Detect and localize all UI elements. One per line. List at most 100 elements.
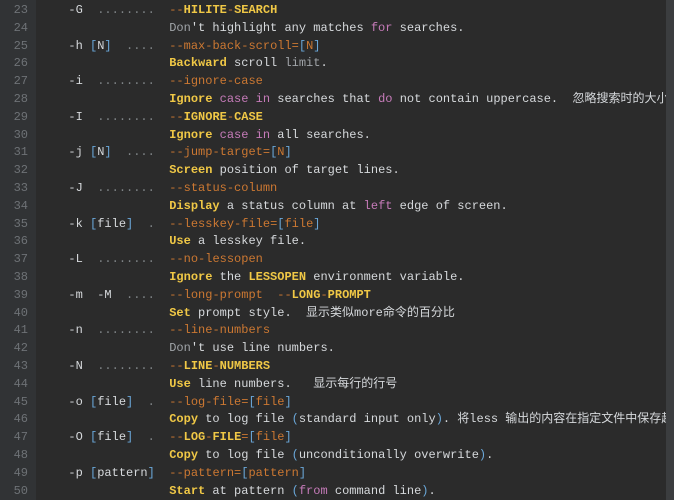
code-line[interactable]: Copy to log file (standard input only). … — [54, 411, 674, 429]
token: file — [97, 430, 126, 444]
token — [155, 466, 169, 480]
token — [248, 128, 255, 142]
line-number: 30 — [0, 127, 28, 145]
token: position of target lines. — [212, 163, 399, 177]
token: --no-lessopen — [169, 252, 263, 266]
token — [54, 412, 169, 426]
token: LINE — [184, 359, 213, 373]
code-line[interactable]: Set prompt style. 显示类似more命令的百分比 — [54, 305, 674, 323]
token: Display — [169, 199, 219, 213]
token: ........ — [97, 181, 169, 195]
code-line[interactable]: -O [file] . --LOG-FILE=[file] — [54, 429, 674, 447]
code-line[interactable]: Copy to log file (unconditionally overwr… — [54, 447, 674, 465]
token: ) — [436, 412, 443, 426]
code-line[interactable]: Don't use line numbers. — [54, 340, 674, 358]
token: FILE — [212, 430, 241, 444]
token: pattern — [248, 466, 298, 480]
code-line[interactable]: Ignore the LESSOPEN environment variable… — [54, 269, 674, 287]
code-line[interactable]: Start at pattern (from command line). — [54, 483, 674, 500]
code-line[interactable]: -p [pattern] --pattern=[pattern] — [54, 465, 674, 483]
token: 't highlight any matches — [191, 21, 371, 35]
token: searches. — [392, 21, 464, 35]
token: Copy — [169, 448, 198, 462]
token: scroll — [227, 56, 285, 70]
token: 将less 输出的内容在指定文件中保存起来 — [457, 412, 674, 426]
token: CASE — [234, 110, 263, 124]
token: -m -M — [54, 288, 126, 302]
code-line[interactable]: -o [file] . --log-file=[file] — [54, 394, 674, 412]
code-line[interactable]: Ignore case in all searches. — [54, 127, 674, 145]
line-number: 43 — [0, 358, 28, 376]
token — [248, 92, 255, 106]
token: file — [256, 430, 285, 444]
code-line[interactable]: Display a status column at left edge of … — [54, 198, 674, 216]
token — [133, 395, 147, 409]
line-number: 41 — [0, 322, 28, 340]
token — [54, 377, 169, 391]
token — [112, 145, 126, 159]
code-line[interactable]: -m -M .... --long-prompt --LONG-PROMPT — [54, 287, 674, 305]
code-line[interactable]: Don't highlight any matches for searches… — [54, 20, 674, 38]
line-number: 35 — [0, 216, 28, 234]
line-number: 40 — [0, 305, 28, 323]
code-line[interactable]: -k [file] . --lesskey-file=[file] — [54, 216, 674, 234]
line-number: 28 — [0, 91, 28, 109]
code-line[interactable]: Use line numbers. 显示每行的行号 — [54, 376, 674, 394]
code-line[interactable]: Ignore case in searches that do not cont… — [54, 91, 674, 109]
token: standard input only — [299, 412, 436, 426]
line-number: 46 — [0, 411, 28, 429]
token — [54, 56, 169, 70]
line-number: 47 — [0, 429, 28, 447]
token: PROMPT — [328, 288, 371, 302]
line-number: 36 — [0, 233, 28, 251]
line-number: 42 — [0, 340, 28, 358]
code-line[interactable]: -n ........ --line-numbers — [54, 322, 674, 340]
token: a lesskey file. — [191, 234, 306, 248]
token — [133, 217, 147, 231]
code-line[interactable]: -L ........ --no-lessopen — [54, 251, 674, 269]
code-editor[interactable]: -G ........ --HILITE-SEARCH Don't highli… — [36, 0, 674, 500]
code-line[interactable]: Use a lesskey file. — [54, 233, 674, 251]
line-number: 49 — [0, 465, 28, 483]
token: ........ — [97, 74, 169, 88]
token — [54, 234, 169, 248]
code-line[interactable]: -N ........ --LINE-NUMBERS — [54, 358, 674, 376]
token: ) — [421, 484, 428, 498]
token: --max-back-scroll= — [169, 39, 299, 53]
token: - — [320, 288, 327, 302]
line-number: 45 — [0, 394, 28, 412]
token — [212, 92, 219, 106]
line-number: 44 — [0, 376, 28, 394]
scrollbar[interactable] — [666, 0, 674, 500]
code-line[interactable]: -i ........ --ignore-case — [54, 73, 674, 91]
token: .... — [126, 39, 169, 53]
token: -L — [54, 252, 97, 266]
token: 't use line numbers. — [191, 341, 335, 355]
token: ) — [479, 448, 486, 462]
token: . — [443, 412, 457, 426]
code-line[interactable]: Screen position of target lines. — [54, 162, 674, 180]
token: - — [212, 359, 219, 373]
token: ] — [104, 145, 111, 159]
token: .... — [126, 145, 169, 159]
token: -- — [169, 430, 183, 444]
code-line[interactable]: -J ........ --status-column — [54, 180, 674, 198]
code-line[interactable]: -h [N] .... --max-back-scroll=[N] — [54, 38, 674, 56]
token: [ — [299, 39, 306, 53]
token: Don — [54, 21, 191, 35]
line-number-gutter: 2324252627282930313233343536373839404142… — [0, 0, 36, 500]
code-line[interactable]: -j [N] .... --jump-target=[N] — [54, 144, 674, 162]
token: Backward — [169, 56, 227, 70]
token: Ignore — [169, 128, 212, 142]
token: ........ — [97, 110, 169, 124]
code-line[interactable]: -G ........ --HILITE-SEARCH — [54, 2, 674, 20]
token: ( — [292, 484, 299, 498]
token: file — [97, 395, 126, 409]
code-line[interactable]: Backward scroll limit. — [54, 55, 674, 73]
token: ........ — [97, 252, 169, 266]
token: to log file — [198, 448, 292, 462]
line-number: 33 — [0, 180, 28, 198]
line-number: 26 — [0, 55, 28, 73]
token — [54, 306, 169, 320]
code-line[interactable]: -I ........ --IGNORE-CASE — [54, 109, 674, 127]
